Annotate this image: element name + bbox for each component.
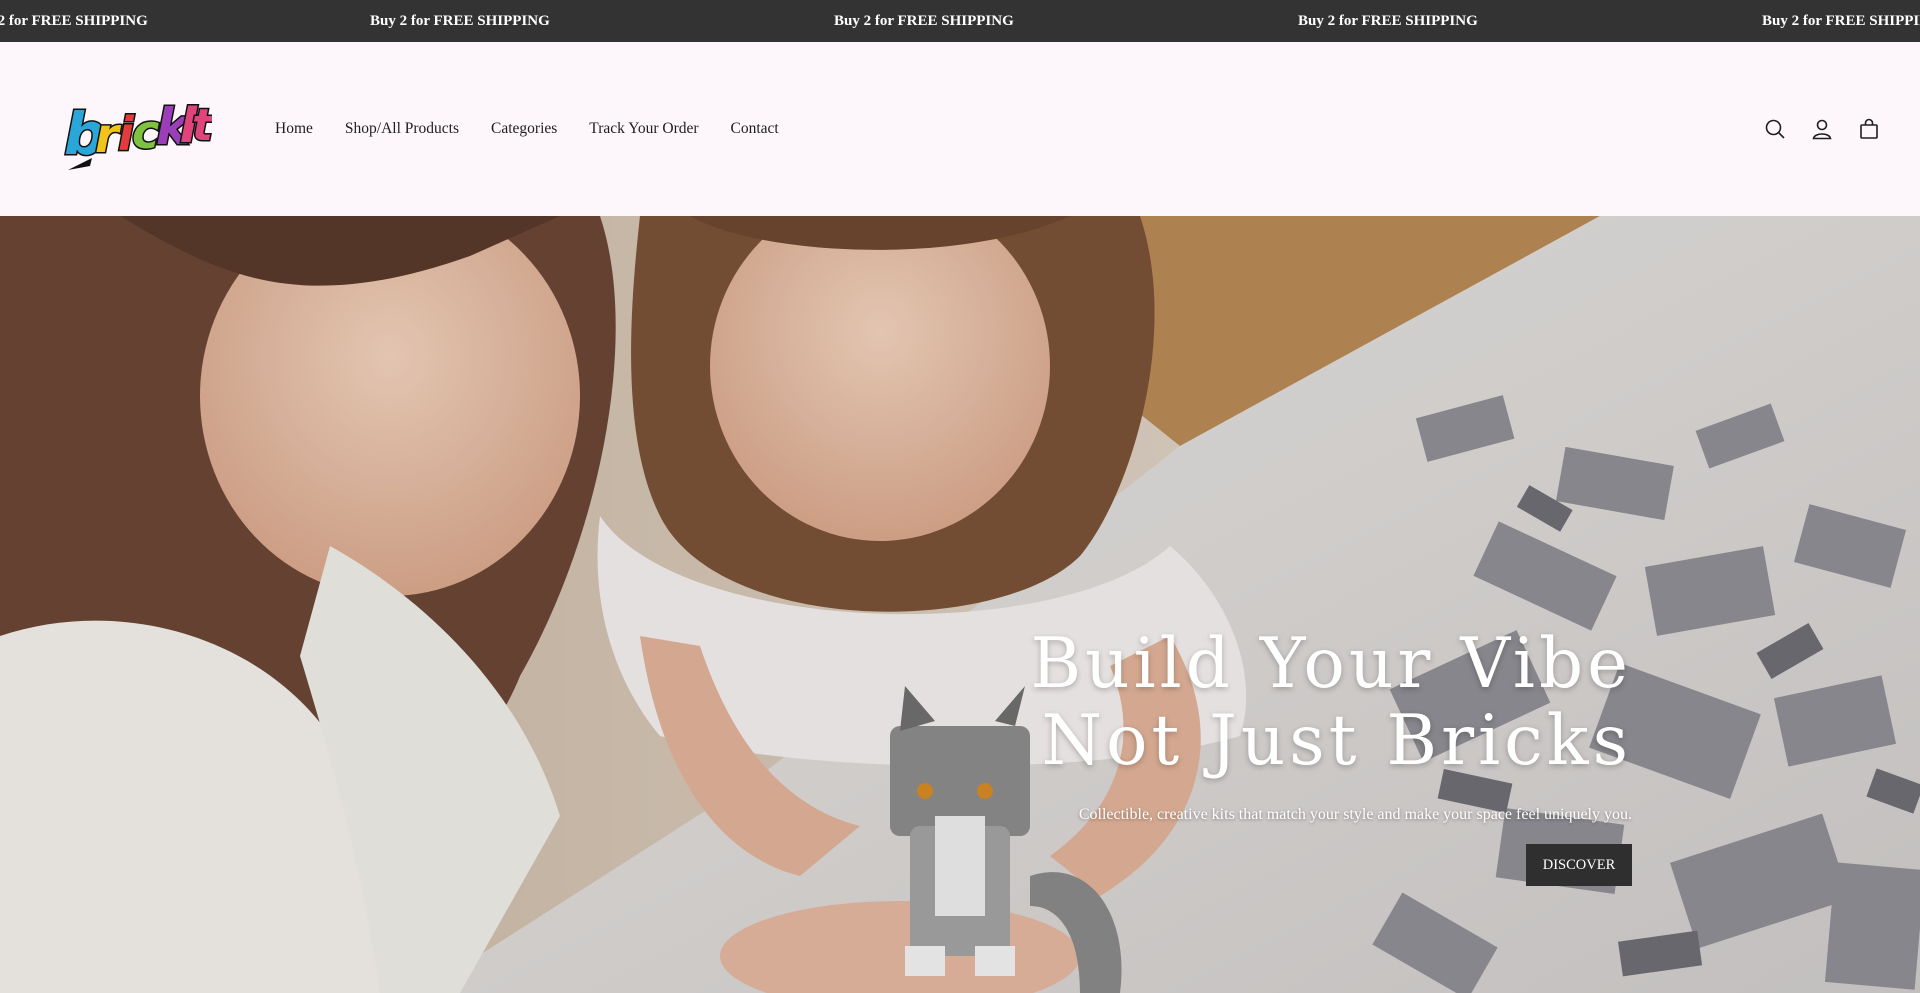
announcement-bar: Buy 2 for FREE SHIPPING Buy 2 for FREE S… (0, 0, 1920, 42)
announcement-item: Buy 2 for FREE SHIPPING (1762, 13, 1920, 29)
account-icon[interactable] (1809, 116, 1835, 142)
search-icon[interactable] (1762, 116, 1788, 142)
svg-text:t: t (192, 100, 212, 151)
hero-image (0, 216, 1920, 993)
main-nav: Home Shop/All Products Categories Track … (275, 42, 779, 216)
nav-categories[interactable]: Categories (491, 120, 557, 138)
announcement-item: Buy 2 for FREE SHIPPING (370, 13, 550, 29)
nav-shop-all-products[interactable]: Shop/All Products (345, 120, 459, 138)
discover-button[interactable]: DISCOVER (1526, 844, 1632, 886)
hero-text: Build Your Vibe Not Just Bricks Collecti… (872, 626, 1632, 824)
hero-title-line-2: Not Just Bricks (1041, 701, 1632, 781)
announcement-item: Buy 2 for FREE SHIPPING (0, 13, 148, 29)
hero-title-line-1: Build Your Vibe (1030, 624, 1632, 704)
hero-banner: Build Your Vibe Not Just Bricks Collecti… (0, 216, 1920, 993)
hero-subtitle: Collectible, creative kits that match yo… (1078, 806, 1632, 823)
cart-icon[interactable] (1856, 116, 1882, 142)
nav-track-your-order[interactable]: Track Your Order (589, 120, 698, 138)
nav-contact[interactable]: Contact (731, 120, 779, 138)
hero-title: Build Your Vibe Not Just Bricks (872, 626, 1632, 780)
brand-logo[interactable]: b r i c k I t (62, 88, 217, 178)
header-actions (1762, 42, 1882, 216)
announcement-item: Buy 2 for FREE SHIPPING (834, 13, 1014, 29)
nav-home[interactable]: Home (275, 120, 313, 138)
site-header: b r i c k I t Home Shop/All Products Cat… (0, 42, 1920, 216)
announcement-item: Buy 2 for FREE SHIPPING (1298, 13, 1478, 29)
